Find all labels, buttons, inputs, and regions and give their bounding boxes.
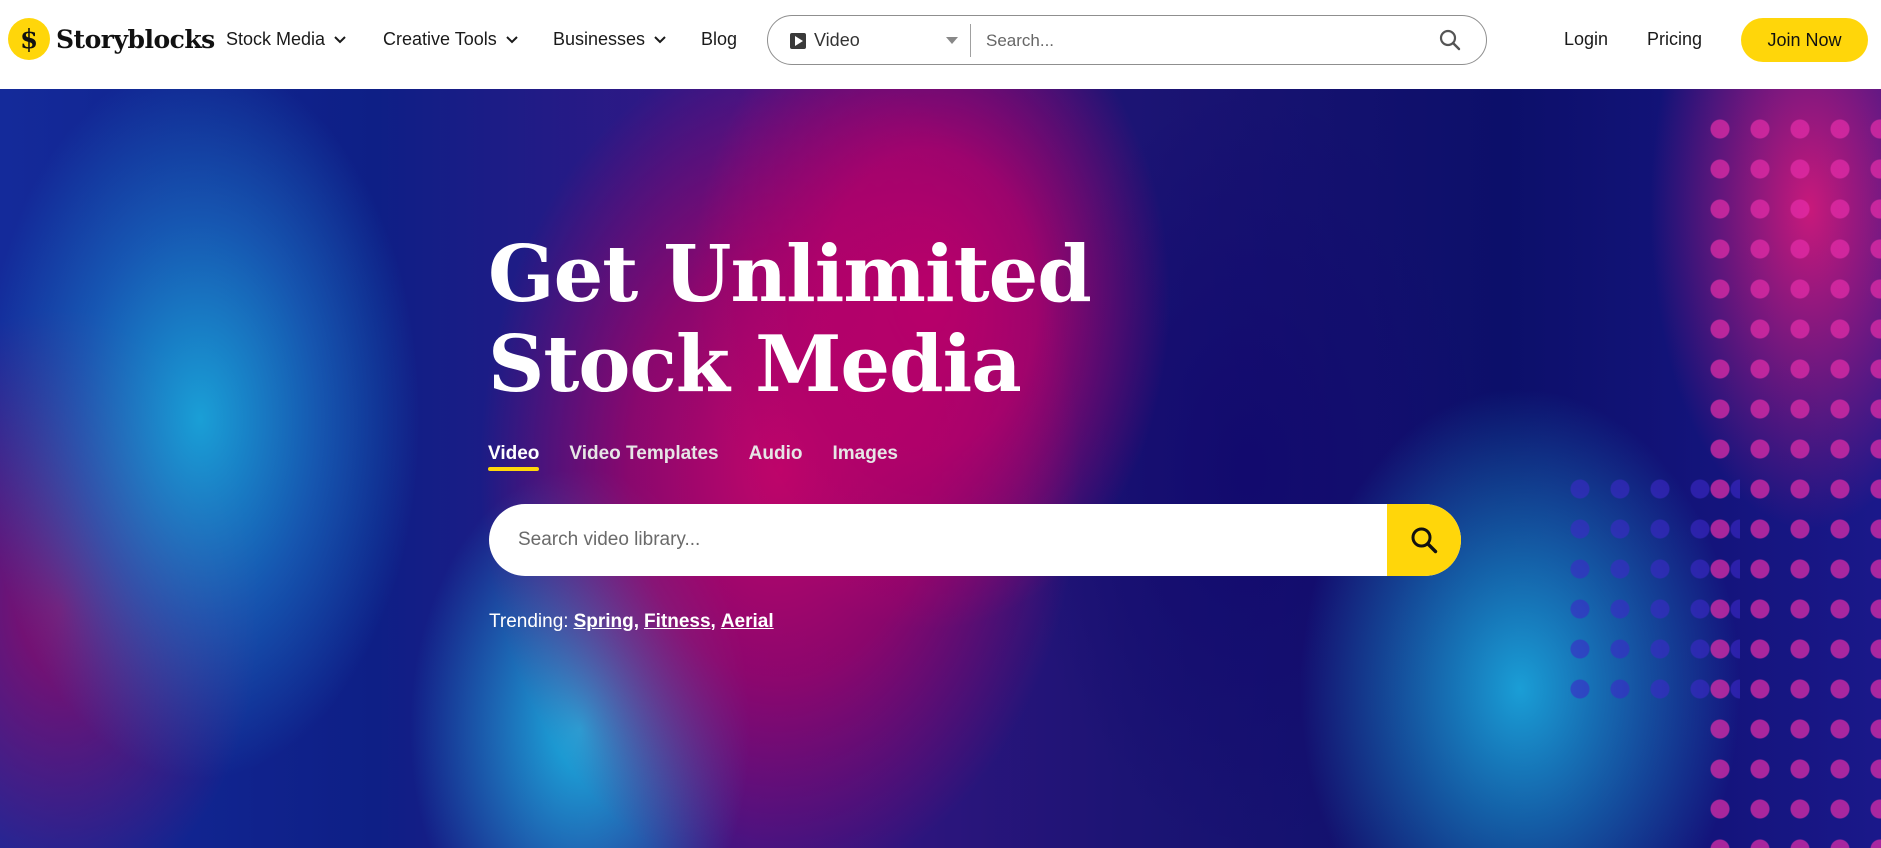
top-navigation-bar: $ Storyblocks Stock Media Creative Tools… [0,0,1881,89]
chevron-down-icon [654,35,666,43]
header-search-input[interactable] [986,28,1426,54]
pricing-label: Pricing [1647,29,1703,49]
trending-searches: Trending: Spring, Fitness, Aerial [489,611,774,633]
caret-down-icon[interactable] [946,37,958,44]
login-link[interactable]: Login [1564,29,1608,50]
nav-stock-media[interactable]: Stock Media [226,29,346,50]
join-now-button[interactable]: Join Now [1741,18,1868,62]
hero-search-input[interactable] [518,526,1378,554]
login-label: Login [1564,29,1609,49]
search-icon [1411,527,1438,554]
nav-businesses[interactable]: Businesses [553,29,666,50]
hero-heading-line1: Get Unlimited [488,229,1092,320]
brand-name: Storyblocks [56,24,215,54]
join-now-label: Join Now [1767,29,1842,50]
header-search-bar: Video [767,15,1487,65]
logo-mark-icon: $ [8,18,50,60]
decorative-dot-pattern-lower [1560,469,1740,719]
media-type-label: Video [814,30,860,50]
chevron-down-icon [506,35,518,43]
hero-heading-line2: Stock Media [488,319,1022,410]
nav-stock-media-label: Stock Media [226,29,326,49]
play-icon [790,32,806,49]
media-tabs: Video Video Templates Audio Images [488,443,928,471]
logo-glyph: $ [20,25,38,55]
pricing-link[interactable]: Pricing [1647,29,1702,50]
nav-blog[interactable]: Blog [701,29,737,50]
tab-video-templates[interactable]: Video Templates [569,443,718,471]
media-type-select[interactable]: Video [790,30,860,51]
chevron-down-icon [334,35,346,43]
trending-link-spring[interactable]: Spring, [574,611,639,633]
nav-businesses-label: Businesses [553,29,646,49]
hero-heading: Get Unlimited Stock Media [488,229,1092,410]
hero-search-button[interactable] [1387,504,1461,576]
tab-audio[interactable]: Audio [749,443,803,471]
storyblocks-logo[interactable]: $ Storyblocks [8,18,215,60]
search-divider [970,24,971,57]
nav-creative-tools-label: Creative Tools [383,29,497,49]
trending-label: Trending: [489,611,569,632]
trending-link-fitness[interactable]: Fitness, [644,611,716,633]
hero-search-bar [489,504,1461,576]
trending-link-aerial[interactable]: Aerial [721,611,774,633]
nav-blog-label: Blog [701,29,738,49]
search-icon[interactable] [1438,28,1462,57]
tab-video[interactable]: Video [488,443,540,471]
hero-section [0,89,1881,848]
tab-images[interactable]: Images [832,443,897,471]
nav-creative-tools[interactable]: Creative Tools [383,29,518,50]
